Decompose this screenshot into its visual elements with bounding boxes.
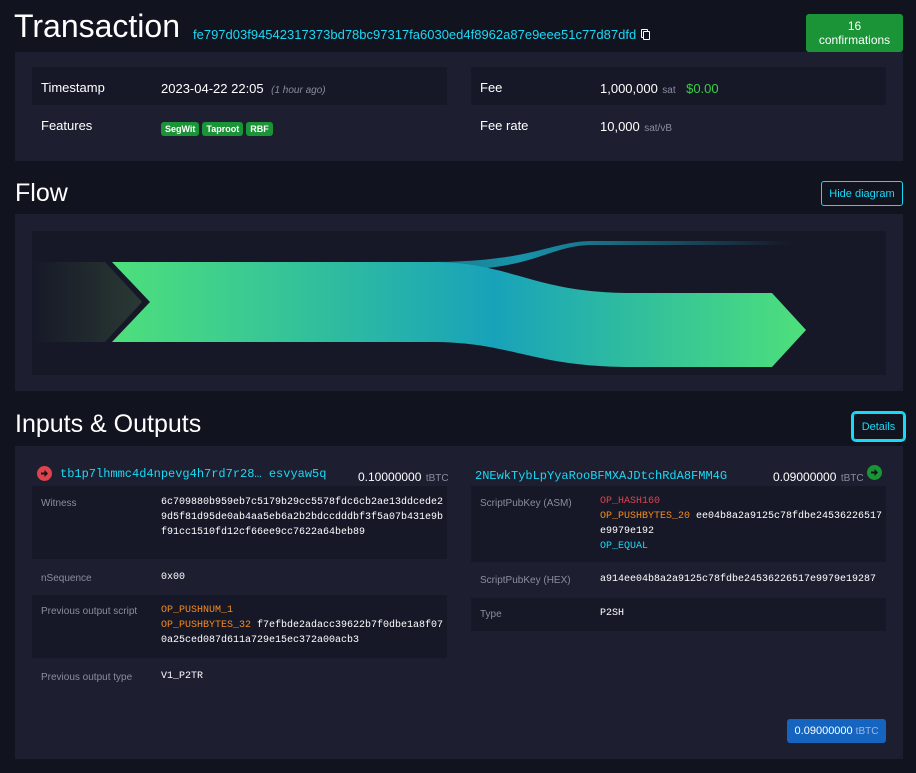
feerate-unit: sat/vB	[644, 123, 673, 134]
asm-op-pushbytes: OP_PUSHBYTES_20	[600, 511, 691, 522]
input-amount-unit: tBTC	[425, 473, 449, 484]
io-panel: tb1p7lhmmc4d4npevg4h7rd7r28… esvyaw5q 0.…	[15, 446, 903, 759]
asm-value: OP_HASH160 OP_PUSHBYTES_20 ee04b8a2a9125…	[600, 494, 882, 554]
total-amount-badge: 0.09000000 tBTC	[787, 719, 886, 743]
hex-value: a914ee04b8a2a9125c78fdbe24536226517e9979…	[600, 574, 877, 585]
feerate-row: Fee rate 10,000 sat/vB	[471, 105, 886, 143]
witness-line: 6c709880b959eb7c5179b29cc5578fdc6cb2ae13…	[161, 497, 444, 508]
prevscript-data-cont: 0a25ced087d611a729e15ec372a00acb3	[161, 635, 360, 646]
flow-diagram	[32, 231, 886, 375]
asm-data-cont: e9979e192	[600, 526, 655, 537]
output-header: 2NEwkTybLpYyaRooBFMXAJDtchRdA8FMM4G	[475, 466, 727, 484]
input-amount-value: 0.10000000	[358, 470, 422, 484]
prevscript-label: Previous output script	[41, 606, 138, 617]
witness-label: Witness	[41, 498, 77, 509]
io-title: Inputs & Outputs	[15, 410, 202, 438]
witness-value: 6c709880b959eb7c5179b29cc5578fdc6cb2ae13…	[161, 495, 443, 540]
prevtype-label: Previous output type	[41, 672, 133, 683]
nsequence-row: nSequence 0x00	[32, 559, 447, 595]
asm-data: ee04b8a2a9125c78fdbe24536226517	[696, 511, 883, 522]
hex-label: ScriptPubKey (HEX)	[480, 575, 571, 586]
timestamp-label: Timestamp	[41, 80, 105, 95]
feature-badge-taproot[interactable]: Taproot	[202, 122, 244, 136]
timestamp-ago: (1 hour ago)	[271, 85, 326, 96]
feature-badge-segwit[interactable]: SegWit	[161, 122, 200, 136]
fee-label: Fee	[480, 80, 503, 95]
confirmations-badge: 16 confirmations	[806, 14, 903, 52]
fee-row: Fee 1,000,000 sat $0.00	[471, 67, 886, 105]
total-amount-unit: tBTC	[855, 725, 879, 737]
prevscript-row: Previous output script OP_PUSHNUM_1 OP_P…	[32, 595, 447, 658]
asm-row: ScriptPubKey (ASM) OP_HASH160 OP_PUSHBYT…	[471, 486, 886, 562]
features-list: SegWit Taproot RBF	[161, 119, 276, 137]
copy-icon[interactable]	[641, 29, 651, 40]
input-address[interactable]: tb1p7lhmmc4d4npevg4h7rd7r28… esvyaw5q	[60, 467, 326, 481]
prevscript-op-pushnum: OP_PUSHNUM_1	[161, 605, 234, 616]
flow-title: Flow	[15, 179, 68, 207]
prevscript-data: f7efbde2adacc39622b7f0dbe1a8f07	[257, 620, 444, 631]
txid-row: fe797d03f94542317373bd78bc97317fa6030ed4…	[193, 27, 651, 42]
asm-op-equal: OP_EQUAL	[600, 541, 649, 552]
output-address[interactable]: 2NEwkTybLpYyaRooBFMXAJDtchRdA8FMM4G	[475, 469, 727, 483]
prevscript-op-pushbytes: OP_PUSHBYTES_32	[161, 620, 252, 631]
total-amount-value: 0.09000000	[794, 725, 853, 737]
prevtype-row: Previous output type V1_P2TR	[32, 658, 447, 694]
fee-unit: sat	[662, 85, 676, 96]
nsequence-value: 0x00	[161, 572, 186, 583]
timestamp-row: Timestamp 2023-04-22 22:05 (1 hour ago)	[32, 67, 447, 105]
page-title: Transaction	[14, 8, 180, 44]
output-amount: 0.09000000 tBTC	[773, 468, 864, 486]
arrow-right-icon[interactable]	[37, 466, 52, 481]
fee-fiat: $0.00	[686, 81, 719, 96]
input-amount: 0.10000000 tBTC	[358, 468, 449, 486]
type-value: P2SH	[600, 608, 625, 619]
details-panel: Timestamp 2023-04-22 22:05 (1 hour ago) …	[15, 52, 903, 161]
witness-line: f91cc1510fd12cf66ee9cc7622a64beb89	[161, 527, 366, 538]
flow-panel	[15, 214, 903, 391]
feerate-value: 10,000	[600, 119, 640, 134]
output-amount-value: 0.09000000	[773, 470, 837, 484]
asm-op-hash160: OP_HASH160	[600, 496, 661, 507]
details-button[interactable]: Details	[851, 411, 906, 442]
hex-row: ScriptPubKey (HEX) a914ee04b8a2a9125c78f…	[471, 562, 886, 598]
prevscript-value: OP_PUSHNUM_1 OP_PUSHBYTES_32 f7efbde2ada…	[161, 603, 443, 648]
features-row: Features SegWit Taproot RBF	[32, 105, 447, 143]
witness-line: 9d5f81d95de0ab4aa5eb6a2b2bdccdddbf3f5a07…	[161, 512, 444, 523]
txid-link[interactable]: fe797d03f94542317373bd78bc97317fa6030ed4…	[193, 27, 636, 42]
fee-value: 1,000,000	[600, 81, 658, 96]
prevtype-value: V1_P2TR	[161, 671, 204, 682]
timestamp-value: 2023-04-22 22:05	[161, 81, 264, 96]
witness-row: Witness 6c709880b959eb7c5179b29cc5578fdc…	[32, 486, 447, 559]
type-row: Type P2SH	[471, 598, 886, 631]
asm-label: ScriptPubKey (ASM)	[480, 498, 572, 509]
feature-badge-rbf[interactable]: RBF	[246, 122, 273, 136]
hide-diagram-button[interactable]: Hide diagram	[821, 181, 903, 206]
output-amount-unit: tBTC	[840, 473, 864, 484]
features-label: Features	[41, 118, 93, 133]
arrow-right-icon[interactable]	[867, 465, 882, 480]
input-header: tb1p7lhmmc4d4npevg4h7rd7r28… esvyaw5q	[37, 466, 326, 481]
type-label: Type	[480, 609, 502, 620]
nsequence-label: nSequence	[41, 573, 92, 584]
feerate-label: Fee rate	[480, 118, 529, 133]
